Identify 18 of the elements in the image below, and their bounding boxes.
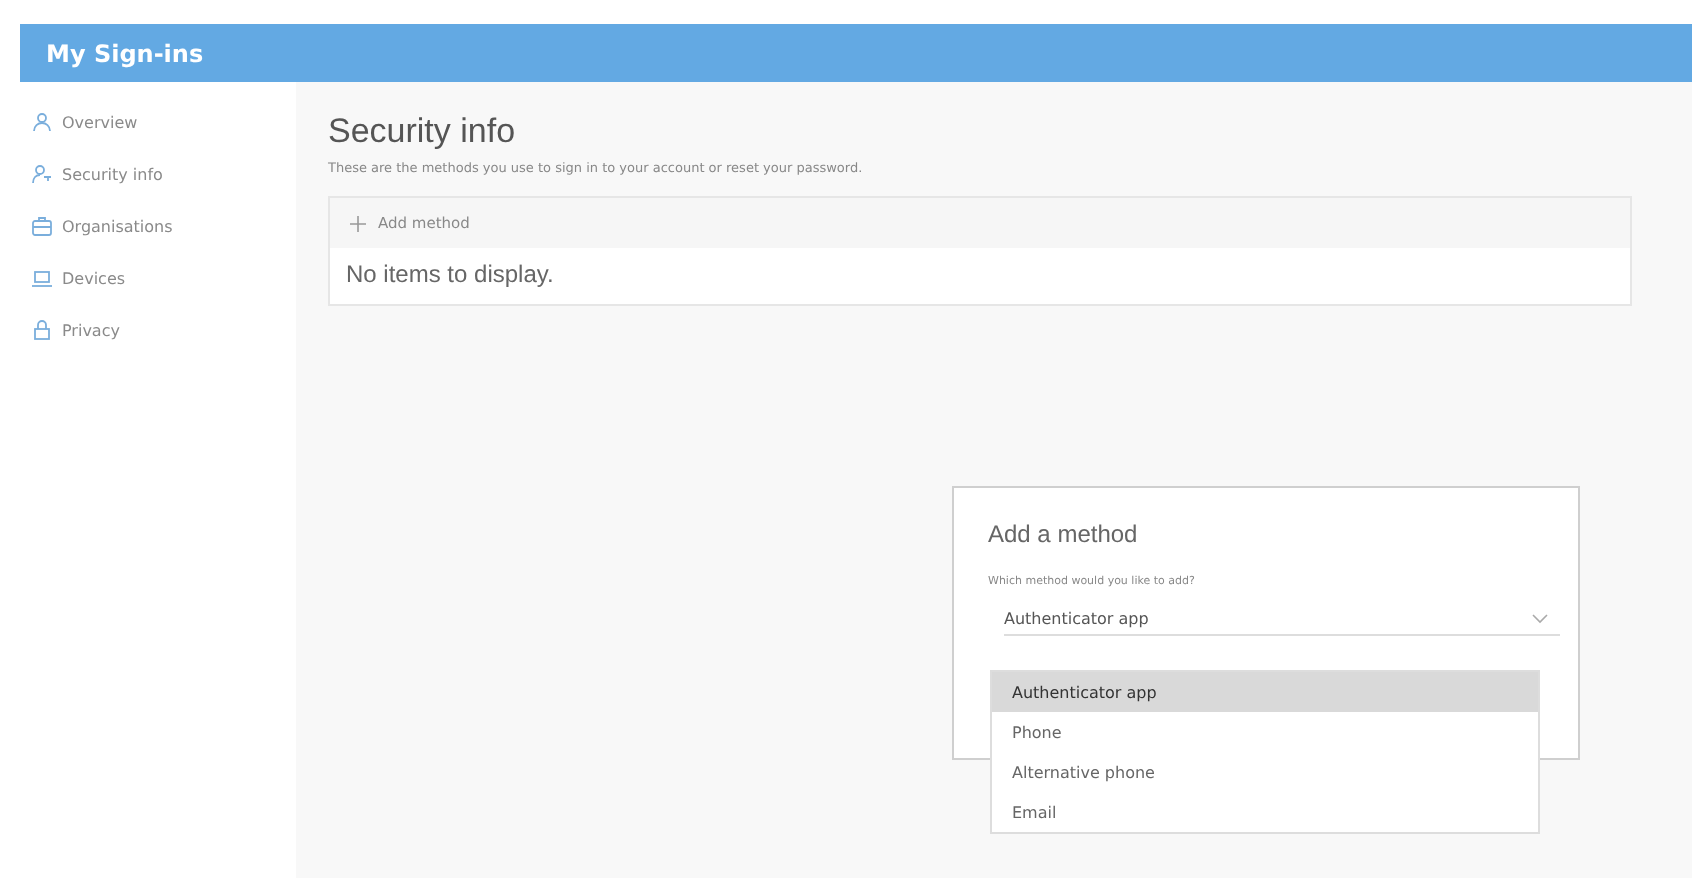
dropdown-option[interactable]: Authenticator app	[992, 672, 1538, 712]
person-icon	[32, 112, 52, 132]
chevron-down-icon	[1532, 614, 1548, 624]
page-title: Security info	[328, 112, 518, 152]
sidebar-item[interactable]: Organisations	[20, 210, 296, 242]
dialog-title: Add a method	[988, 520, 1140, 548]
person-key-icon	[32, 164, 52, 184]
sidebar-item[interactable]: Security info	[20, 158, 296, 190]
briefcase-icon	[32, 216, 52, 236]
method-select[interactable]: Authenticator app	[1004, 610, 1560, 636]
sidebar-item[interactable]: Overview	[20, 106, 296, 138]
sidebar-item[interactable]: Devices	[20, 262, 296, 294]
app-title: My Sign-ins	[46, 39, 204, 67]
laptop-icon	[32, 268, 52, 288]
plus-icon	[350, 215, 366, 231]
lock-icon	[32, 320, 52, 340]
empty-message: No items to display.	[344, 258, 556, 292]
sidebar-item[interactable]: Privacy	[20, 314, 296, 346]
